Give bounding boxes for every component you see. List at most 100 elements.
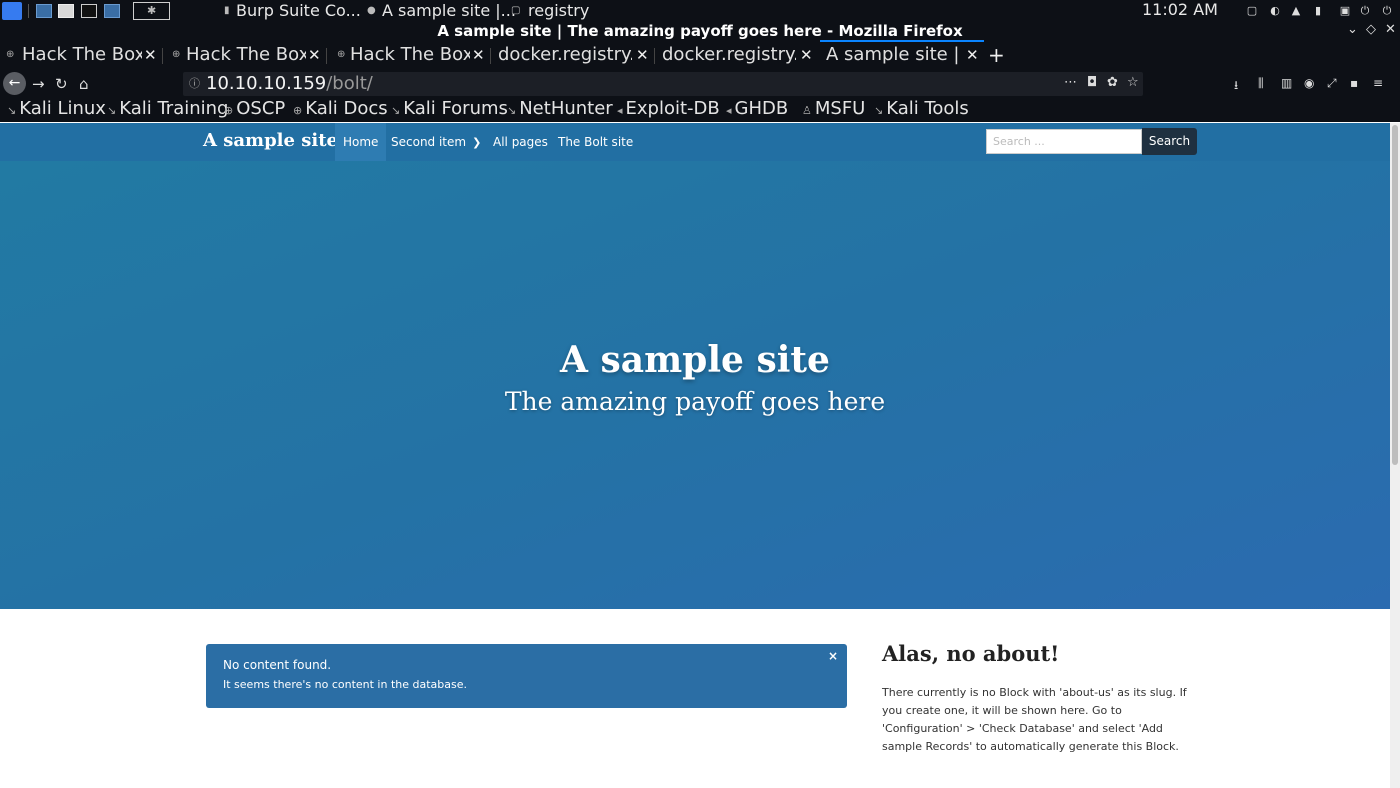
kali-dragon-icon: ↘ — [507, 104, 517, 117]
nav-bolt-site[interactable]: The Bolt site — [550, 123, 641, 161]
bookmark-label: Kali Tools — [886, 98, 969, 119]
about-heading: Alas, no about! — [882, 641, 1060, 666]
bookmark-label: MSFU — [814, 98, 866, 119]
tab-favicon-icon: ⊕ — [172, 49, 181, 60]
pocket-icon[interactable]: ◘ — [1087, 75, 1097, 90]
tab-label: docker.registry.ht — [498, 44, 632, 65]
task-registry[interactable]: registry — [528, 1, 589, 20]
logout-icon[interactable]: ⏻ — [1359, 4, 1371, 17]
bookmark-label: OSCP — [236, 98, 286, 119]
nav-label: Second item — [391, 135, 467, 149]
display-icon[interactable]: ▢ — [1246, 4, 1258, 17]
tab-close-icon[interactable]: ✕ — [800, 40, 813, 70]
extension-icon[interactable]: ✿ — [1107, 75, 1118, 90]
site-brand[interactable]: A sample site — [203, 130, 338, 151]
reload-icon[interactable]: ↻ — [55, 72, 68, 96]
terminal-icon[interactable] — [81, 4, 97, 18]
bookmark-kali-forums[interactable]: ↘ Kali Forums — [391, 98, 508, 122]
tab-divider — [654, 48, 655, 64]
forward-icon[interactable]: → — [32, 72, 45, 96]
tab-close-icon[interactable]: ✕ — [636, 40, 649, 70]
sidebar-icon[interactable]: ▥ — [1281, 76, 1292, 90]
network-icon[interactable]: ◐ — [1269, 4, 1281, 17]
bookmark-label: Kali Training — [119, 98, 229, 119]
home-icon[interactable]: ⌂ — [79, 72, 89, 96]
tab-docker-registry-2[interactable]: docker.registry.ht ✕ — [656, 40, 818, 70]
downloads-icon[interactable]: ⭳ — [1234, 76, 1238, 97]
lock-icon[interactable]: ▣ — [1339, 4, 1351, 17]
tab-divider — [162, 48, 163, 64]
tab-close-icon[interactable]: ✕ — [472, 40, 485, 70]
chevron-down-icon: ❯ — [472, 136, 482, 149]
tab-docker-registry-1[interactable]: docker.registry.ht ✕ — [492, 40, 654, 70]
site-navbar: A sample site Home Second item ❯ All page… — [0, 123, 1390, 161]
bookmark-kali-training[interactable]: ↘ Kali Training — [107, 98, 228, 122]
kali-menu-icon[interactable] — [2, 2, 22, 20]
new-tab-icon[interactable]: + — [988, 40, 1005, 70]
browser-launcher-icon[interactable] — [104, 4, 120, 18]
menu-icon[interactable]: ≡ — [1373, 76, 1383, 90]
firefox-task-icon: ● — [367, 5, 376, 16]
url-bar[interactable]: ⓘ 10.10.10.159/bolt/ ⋯ ◘ ✿ ☆ — [183, 72, 1143, 96]
hackbar-icon[interactable]: ▪ — [1350, 76, 1358, 90]
burp-task-icon: ▮ — [224, 5, 230, 16]
nav-home[interactable]: Home — [335, 123, 387, 161]
back-icon[interactable]: ← — [3, 72, 26, 95]
globe-icon: ⊕ — [224, 104, 234, 117]
url-text[interactable]: 10.10.10.159/bolt/ — [206, 72, 373, 96]
tab-label: docker.registry.ht — [662, 44, 796, 65]
tab-hackthebox-1[interactable]: ⊕ Hack The Box : ✕ — [0, 40, 162, 70]
kali-dragon-icon: ↘ — [874, 104, 884, 117]
bookmark-star-icon[interactable]: ☆ — [1127, 75, 1139, 90]
tab-close-icon[interactable]: ✕ — [144, 40, 157, 70]
bookmark-ghdb[interactable]: ◂ GHDB — [726, 98, 788, 122]
task-burp[interactable]: Burp Suite Co... — [236, 1, 361, 20]
search-input[interactable]: Search ... — [986, 129, 1142, 154]
power-icon[interactable]: ⏻ — [1381, 4, 1393, 17]
library-icon[interactable]: ⫼ — [1258, 76, 1264, 91]
globe-icon: ⊕ — [293, 104, 303, 117]
bookmark-exploit-db[interactable]: ◂ Exploit-DB — [617, 98, 720, 122]
bookmark-kali-linux[interactable]: ↘ Kali Linux — [7, 98, 106, 122]
bookmark-oscp[interactable]: ⊕ OSCP — [224, 98, 285, 122]
tab-close-icon[interactable]: ✕ — [966, 42, 979, 68]
tab-favicon-icon: ⊕ — [337, 49, 346, 60]
registry-task-icon: ▢ — [511, 5, 521, 16]
clock[interactable]: 11:02 AM — [1142, 0, 1218, 19]
scrollbar-thumb[interactable] — [1392, 125, 1398, 465]
file-manager-icon[interactable] — [58, 4, 74, 18]
tab-strip: ⊕ Hack The Box : ✕ ⊕ Hack The Box : ✕ ⊕ … — [0, 40, 1400, 70]
tab-close-icon[interactable]: ✕ — [308, 40, 321, 70]
url-path: /bolt/ — [326, 73, 373, 94]
bookmark-label: Kali Linux — [19, 98, 106, 119]
site-info-icon[interactable]: ⓘ — [189, 75, 200, 91]
notification-icon[interactable]: ▲ — [1290, 4, 1302, 17]
bookmark-label: Exploit-DB — [625, 98, 720, 119]
nav-all-pages[interactable]: All pages — [485, 123, 556, 161]
show-desktop-icon[interactable] — [36, 4, 52, 18]
alert-close-icon[interactable]: × — [828, 649, 838, 663]
nav-second-item[interactable]: Second item ❯ — [383, 123, 489, 161]
bookmark-msfu[interactable]: ♙ MSFU — [802, 98, 865, 122]
task-firefox[interactable]: A sample site |... — [382, 1, 516, 20]
hero-title: A sample site — [560, 339, 830, 381]
bookmark-kali-docs[interactable]: ⊕ Kali Docs — [293, 98, 388, 122]
page-scrollbar[interactable] — [1390, 123, 1400, 788]
search-button[interactable]: Search — [1142, 128, 1197, 155]
account-icon[interactable]: ◉ — [1304, 76, 1314, 90]
tab-label: Hack The Box : — [186, 44, 306, 65]
close-window-icon[interactable]: ✕ — [1385, 22, 1396, 37]
page-actions-icon[interactable]: ⋯ — [1064, 75, 1077, 90]
exploit-db-icon: ◂ — [617, 104, 623, 117]
clipboard-icon[interactable]: ▮ — [1312, 4, 1324, 17]
proxy-icon[interactable]: ⤢ — [1327, 76, 1337, 91]
tab-hackthebox-2[interactable]: ⊕ Hack The Box : ✕ — [164, 40, 326, 70]
minimize-icon[interactable]: ⌄ — [1347, 22, 1358, 37]
workspace-switcher[interactable]: ✱ — [133, 2, 170, 20]
bookmark-kali-tools[interactable]: ↘ Kali Tools — [874, 98, 969, 122]
tab-sample-site[interactable]: A sample site | Th ✕ — [820, 40, 984, 70]
bookmark-nethunter[interactable]: ↘ NetHunter — [507, 98, 613, 122]
tab-hackthebox-3[interactable]: ⊕ Hack The Box : ✕ — [328, 40, 490, 70]
alert-message: It seems there's no content in the datab… — [223, 678, 467, 691]
maximize-icon[interactable]: ◇ — [1366, 22, 1376, 37]
